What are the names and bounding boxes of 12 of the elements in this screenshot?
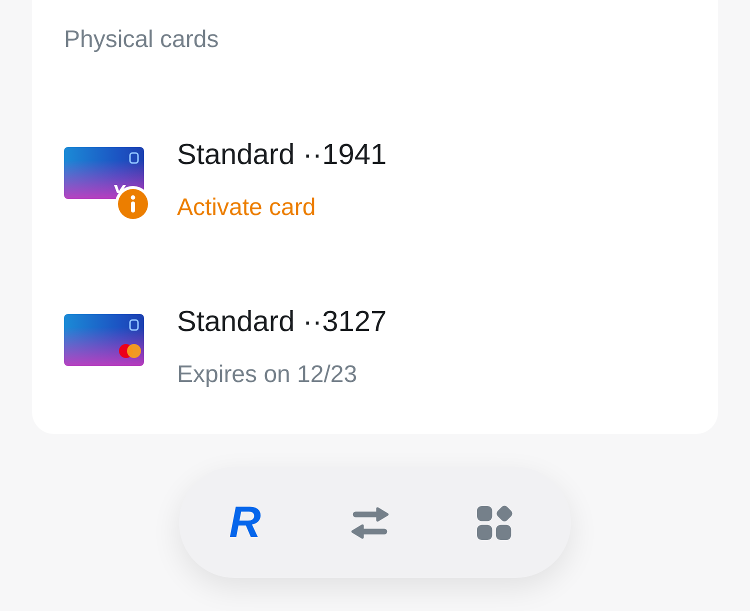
card-logo-icon (129, 152, 139, 164)
card-status: Expires on 12/23 (177, 360, 358, 390)
card-name: Standard ··1941 (177, 138, 387, 173)
card-logo-icon (129, 319, 139, 331)
home-tab[interactable]: R (205, 492, 285, 552)
section-heading: Physical cards (64, 25, 220, 55)
grid-icon (475, 504, 515, 540)
card-name: Standard ··3127 (177, 305, 387, 340)
info-icon (115, 186, 151, 222)
swap-arrows-icon (350, 504, 390, 540)
card-status: Activate card (177, 193, 317, 223)
overlapping-circles-icon (119, 344, 141, 358)
